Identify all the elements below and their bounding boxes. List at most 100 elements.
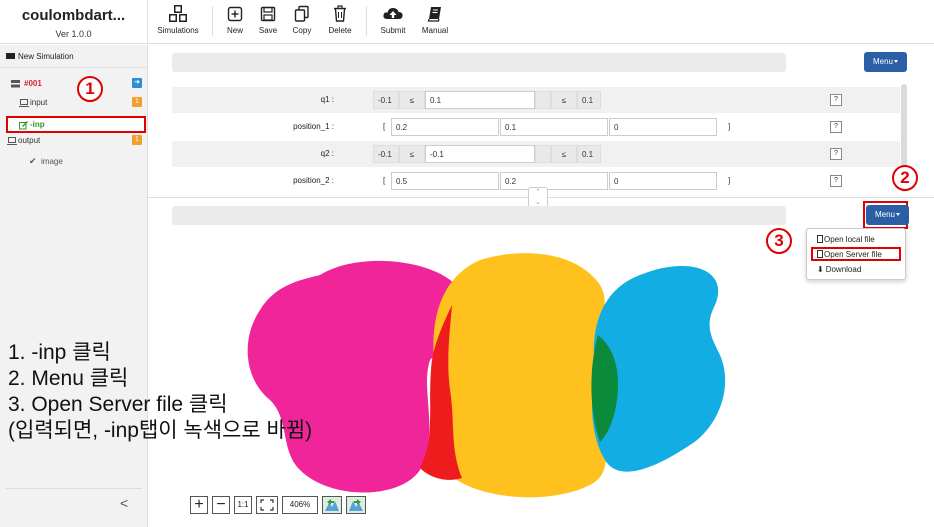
download-icon: ⬇ <box>817 265 824 274</box>
download-item[interactable]: ⬇ Download <box>817 265 861 274</box>
fullscreen-icon <box>260 499 274 511</box>
copy-icon <box>294 5 309 22</box>
manual-button[interactable]: Manual <box>418 4 452 40</box>
zoom-in-button[interactable]: + <box>190 496 208 514</box>
sidebar-divider <box>0 67 148 68</box>
params-menu-button[interactable]: Menu <box>864 52 907 72</box>
sidebar-item-output[interactable]: output 1 <box>0 133 148 149</box>
viewer-title-bar <box>172 206 786 225</box>
param-label: position_1 : <box>293 122 334 131</box>
file-icon <box>817 235 823 243</box>
delete-button[interactable]: Delete <box>326 4 354 40</box>
help-button[interactable]: ? <box>830 94 842 106</box>
edit-icon <box>19 121 28 130</box>
position-z-input[interactable]: 0 <box>609 118 717 136</box>
help-button[interactable]: ? <box>830 121 842 133</box>
new-simulation-label: New Simulation <box>18 52 74 61</box>
param-spacer <box>535 91 551 109</box>
flip-icon <box>325 499 339 511</box>
sidebar-item-image[interactable]: ✔ image <box>0 154 148 170</box>
viewer-menu-button[interactable]: Menu <box>866 205 909 225</box>
help-button[interactable]: ? <box>830 175 842 187</box>
folder-icon <box>6 53 15 59</box>
collapse-sidebar-button[interactable]: < <box>120 495 128 511</box>
sidebar-item-input[interactable]: input 1 <box>0 95 148 111</box>
param-max: 0.1 <box>577 145 601 163</box>
instruction-line: 1. -inp 클릭 <box>8 341 111 364</box>
instruction-text: 1. -inp 클릭 2. Menu 클릭 3. Open Server fil… <box>8 340 312 444</box>
param-min: -0.1 <box>373 91 399 109</box>
open-server-file-item[interactable]: Open Server file <box>817 250 882 259</box>
caret-down-icon <box>894 60 898 63</box>
cubes-icon <box>169 5 187 22</box>
flip-image-button[interactable] <box>322 496 342 514</box>
callout-2: 2 <box>892 165 918 191</box>
sidebar-item-sim-001[interactable]: #001 ➜ <box>0 76 148 92</box>
yellow-shape <box>433 253 607 498</box>
param-label: q2 : <box>320 149 334 158</box>
actual-size-button[interactable]: 1:1 <box>234 496 252 514</box>
mirror-icon <box>349 499 363 511</box>
submit-label: Submit <box>380 26 406 35</box>
app-version: Ver 1.0.0 <box>55 29 92 39</box>
params-menu-label: Menu <box>872 57 893 66</box>
fit-screen-button[interactable] <box>256 496 278 514</box>
help-button[interactable]: ? <box>830 148 842 160</box>
plus-square-icon <box>227 6 243 22</box>
sim-id-label: #001 <box>24 79 42 88</box>
app-title: coulombdart... <box>21 7 126 24</box>
param-row-position-1: position_1 : [ 0.2 0.1 0 ] ? <box>172 114 900 140</box>
sidebar: New Simulation #001 ➜ input 1 -inp outpu… <box>0 45 148 527</box>
copy-button[interactable]: Copy <box>290 4 314 40</box>
open-local-file-label: Open local file <box>824 235 875 244</box>
image-label: image <box>41 157 63 166</box>
position-y-input[interactable]: 0.1 <box>500 118 608 136</box>
param-label: position_2 : <box>293 176 334 185</box>
instruction-line: 3. Open Server file 클릭 <box>8 393 228 416</box>
brand: coulombdart... Ver 1.0.0 <box>0 0 148 44</box>
le-symbol: ≤ <box>551 145 577 163</box>
viewer-menu-label: Menu <box>874 210 895 219</box>
position-x-input[interactable]: 0.2 <box>391 118 499 136</box>
param-row-q2: q2 : -0.1 ≤ -0.1 ≤ 0.1 ? <box>172 141 900 167</box>
param-spacer <box>535 145 551 163</box>
bracket-close: ] <box>728 122 731 131</box>
file-icon <box>817 250 823 258</box>
instruction-line: (입력되면, -inp탭이 녹색으로 바뀜) <box>8 419 313 442</box>
param-max: 0.1 <box>577 91 601 109</box>
submit-button[interactable]: Submit <box>378 4 408 40</box>
cloud-upload-icon <box>383 8 403 19</box>
new-label: New <box>226 26 243 35</box>
save-button[interactable]: Save <box>256 4 280 40</box>
open-local-file-item[interactable]: Open local file <box>817 235 875 244</box>
bracket-close: ] <box>728 176 731 185</box>
sidebar-item-inp[interactable]: -inp <box>6 116 146 133</box>
position-x-input[interactable]: 0.5 <box>391 172 499 190</box>
le-symbol: ≤ <box>399 145 425 163</box>
new-button[interactable]: New <box>224 4 246 40</box>
new-simulation-item[interactable]: New Simulation <box>6 52 74 61</box>
save-label: Save <box>258 26 278 35</box>
top-toolbar: coulombdart... Ver 1.0.0 Simulations New <box>0 0 934 44</box>
sidebar-divider <box>6 488 142 489</box>
param-value-input[interactable]: 0.1 <box>425 91 535 109</box>
params-title-bar <box>172 53 786 72</box>
param-value-input[interactable]: -0.1 <box>425 145 535 163</box>
mirror-image-button[interactable] <box>346 496 366 514</box>
position-y-input[interactable]: 0.2 <box>500 172 608 190</box>
param-min: -0.1 <box>373 145 399 163</box>
zoom-out-button[interactable]: − <box>212 496 230 514</box>
output-count-badge: 1 <box>132 135 142 145</box>
bracket-open: [ <box>383 122 386 131</box>
book-icon <box>427 7 441 22</box>
manual-label: Manual <box>421 26 449 35</box>
laptop-icon <box>7 137 17 145</box>
server-icon <box>11 80 20 88</box>
copy-label: Copy <box>292 26 312 35</box>
app-window: coulombdart... Ver 1.0.0 Simulations New <box>0 0 934 527</box>
arrow-right-icon[interactable]: ➜ <box>132 78 142 88</box>
bracket-open: [ <box>383 176 386 185</box>
position-z-input[interactable]: 0 <box>609 172 717 190</box>
download-label: Download <box>825 265 862 274</box>
simulations-button[interactable]: Simulations <box>156 4 200 40</box>
